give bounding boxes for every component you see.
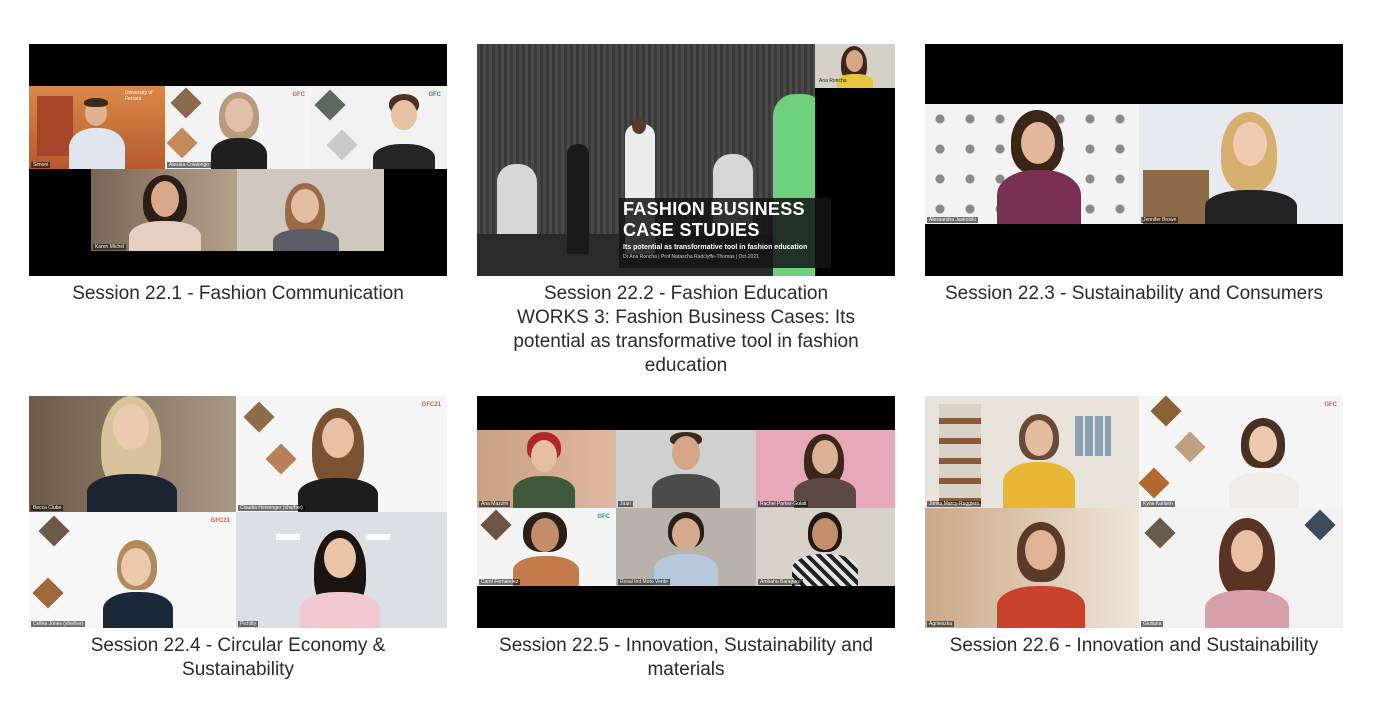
session-card-22-4[interactable]: Becca Clube GFC21 Claudia Henninger (she… [29, 396, 447, 682]
session-card-22-1[interactable]: University of Ferrara Simoni GFC Alessia… [29, 44, 447, 306]
session-card-22-6[interactable]: Jonka Marcy-Ruggiero GFC Kyna Karlsen Ag… [925, 396, 1343, 658]
video-tile: GFC Kyna Karlsen [1139, 396, 1343, 508]
video-tile: GFC Alessia Colalongo [165, 86, 311, 169]
session-title[interactable]: Session 22.4 - Circular Economy & Sustai… [29, 634, 447, 682]
session-card-22-5[interactable]: Ana Mazzini Juan Rachel Parker-Gulati GF… [477, 396, 895, 682]
video-tile: Rachel Parker-Gulati [756, 430, 895, 508]
session-thumbnail[interactable]: Jonka Marcy-Ruggiero GFC Kyna Karlsen Ag… [925, 396, 1343, 628]
session-title[interactable]: Session 22.6 - Innovation and Sustainabi… [925, 634, 1343, 658]
session-card-22-3[interactable]: Alessandra Jaskolski Jennifer Brown Sess… [925, 44, 1343, 306]
video-tile: Ana Roncha [815, 44, 895, 88]
video-tile: Ambahu Baraguru [756, 508, 895, 586]
session-thumbnail[interactable]: Ana Mazzini Juan Rachel Parker-Gulati GF… [477, 396, 895, 628]
session-card-22-2[interactable]: Ana Roncha FASHION BUSINESS CASE STUDIES… [477, 44, 895, 378]
video-tile: Jonka Marcy-Ruggiero [925, 396, 1139, 508]
session-title[interactable]: Session 22.1 - Fashion Communication [29, 282, 447, 306]
session-thumbnail[interactable]: Alessandra Jaskolski Jennifer Brown [925, 44, 1343, 276]
video-tile [237, 169, 384, 251]
session-title[interactable]: Session 22.5 - Innovation, Sustainabilit… [477, 634, 895, 682]
university-logo: University of Ferrara [125, 90, 153, 102]
video-tile: Pichitty [236, 512, 447, 628]
video-tile: Ana Mazzini [477, 430, 616, 508]
session-title[interactable]: Session 22.3 - Sustainability and Consum… [925, 282, 1343, 306]
video-tile: Agnieszka [925, 508, 1139, 628]
session-thumbnail[interactable]: Ana Roncha FASHION BUSINESS CASE STUDIES… [477, 44, 895, 276]
video-tile: GFC21 Celina Jones (she/her) [29, 512, 236, 628]
video-tile: Giuliana [1139, 508, 1343, 628]
session-title[interactable]: Session 22.2 - Fashion Education WORKS 3… [477, 282, 895, 378]
video-tile: Becca Clube [29, 396, 236, 512]
video-tile: Alessandra Jaskolski [925, 104, 1139, 224]
video-tile: Karen Michel [91, 169, 237, 251]
video-tile: GFC Carol Fernandez [477, 508, 616, 586]
video-tile: Jennifer Brown [1139, 104, 1343, 224]
slide-title-overlay: FASHION BUSINESS CASE STUDIES Its potent… [619, 198, 831, 268]
video-tile: Rosal Ind Moto Verde [616, 508, 756, 586]
video-tile: Juan [616, 430, 756, 508]
session-thumbnail[interactable]: University of Ferrara Simoni GFC Alessia… [29, 44, 447, 276]
video-tile: GFC [311, 86, 447, 169]
session-thumbnail[interactable]: Becca Clube GFC21 Claudia Henninger (she… [29, 396, 447, 628]
video-tile: University of Ferrara Simoni [29, 86, 165, 169]
video-tile: GFC21 Claudia Henninger (she/her) [236, 396, 447, 512]
